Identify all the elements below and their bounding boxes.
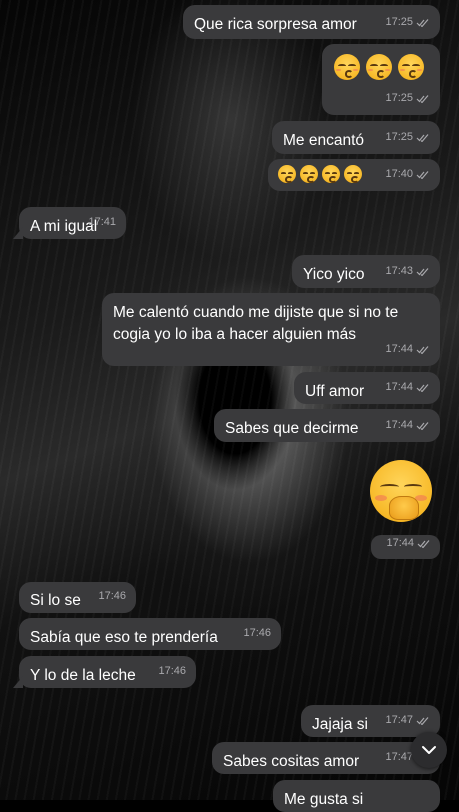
message-incoming[interactable]: Sabía que eso te prendería 17:46 (19, 618, 281, 650)
double-check-icon (417, 539, 431, 548)
chevron-down-icon (422, 746, 436, 754)
kissing-face-icon (334, 54, 360, 80)
message-text: Y lo de la leche (30, 667, 136, 684)
double-check-icon (416, 421, 430, 430)
kissing-face-icon (344, 165, 362, 183)
kissing-face-icon (398, 54, 424, 80)
kissing-face-icon (366, 54, 392, 80)
message-time: 17:41 (88, 216, 116, 228)
message-time: 17:44 (385, 381, 413, 393)
message-incoming[interactable]: A mi igual 17:41 (13, 207, 126, 239)
message-time: 17:47 (385, 714, 413, 726)
message-outgoing[interactable]: Sabes cositas amor 17:47 (212, 742, 440, 774)
message-text: Uff amor (305, 383, 365, 400)
message-time: 17:25 (385, 131, 413, 143)
message-outgoing[interactable]: Jajaja si 17:47 (301, 705, 440, 737)
message-outgoing[interactable]: Yico yico 17:43 (292, 255, 440, 288)
message-time: 17:40 (385, 168, 413, 180)
message-time: 17:25 (385, 16, 413, 28)
message-time: 17:46 (243, 627, 271, 639)
message-text: Yico yico (303, 266, 365, 283)
message-incoming[interactable]: Si lo se 17:46 (19, 582, 136, 613)
message-text: Sabes que decirme (225, 420, 359, 437)
double-check-icon (416, 18, 430, 27)
smirking-face-icon (278, 165, 296, 183)
sticker-time-badge: 17:44 (371, 535, 440, 559)
message-time: 17:25 (385, 92, 413, 104)
kissing-face-icon (322, 165, 340, 183)
message-outgoing-emoji[interactable]: 17:40 (268, 159, 440, 191)
double-check-icon (416, 170, 430, 179)
double-check-icon (416, 94, 430, 103)
message-outgoing[interactable]: Uff amor 17:44 (294, 372, 440, 404)
message-time: 17:44 (386, 537, 414, 549)
double-check-icon (416, 133, 430, 142)
message-text: Sabes cositas amor (223, 753, 360, 770)
message-text: Si lo se (30, 592, 81, 609)
message-outgoing-emoji[interactable]: 17:25 (322, 44, 440, 115)
double-check-icon (416, 383, 430, 392)
message-time: 17:44 (385, 343, 413, 355)
double-check-icon (416, 267, 430, 276)
message-outgoing[interactable]: Sabes que decirme 17:44 (214, 409, 440, 442)
double-check-icon (416, 345, 430, 354)
message-outgoing[interactable]: Me encantó 17:25 (272, 121, 440, 154)
message-text: Jajaja si (312, 716, 368, 733)
message-time: 17:43 (385, 265, 413, 277)
message-time: 17:47 (385, 751, 413, 763)
scroll-down-button[interactable] (411, 732, 447, 768)
message-time: 17:46 (98, 590, 126, 602)
double-check-icon (416, 716, 430, 725)
message-text: A mi igual (30, 218, 98, 235)
kissing-face-icon (300, 165, 318, 183)
message-outgoing[interactable]: Que rica sorpresa amor 17:25 (183, 5, 440, 39)
message-text: Que rica sorpresa amor (194, 16, 357, 33)
message-time: 17:44 (385, 419, 413, 431)
message-incoming[interactable]: Y lo de la leche 17:46 (13, 656, 196, 688)
message-text: Me encantó (283, 132, 364, 149)
message-outgoing[interactable]: Me gusta si (273, 780, 440, 812)
hand-over-mouth-face-icon[interactable] (370, 460, 432, 522)
message-time: 17:46 (158, 665, 186, 677)
message-outgoing[interactable]: Me calentó cuando me dijiste que si no t… (102, 293, 440, 366)
message-text: Sabía que eso te prendería (30, 629, 218, 646)
